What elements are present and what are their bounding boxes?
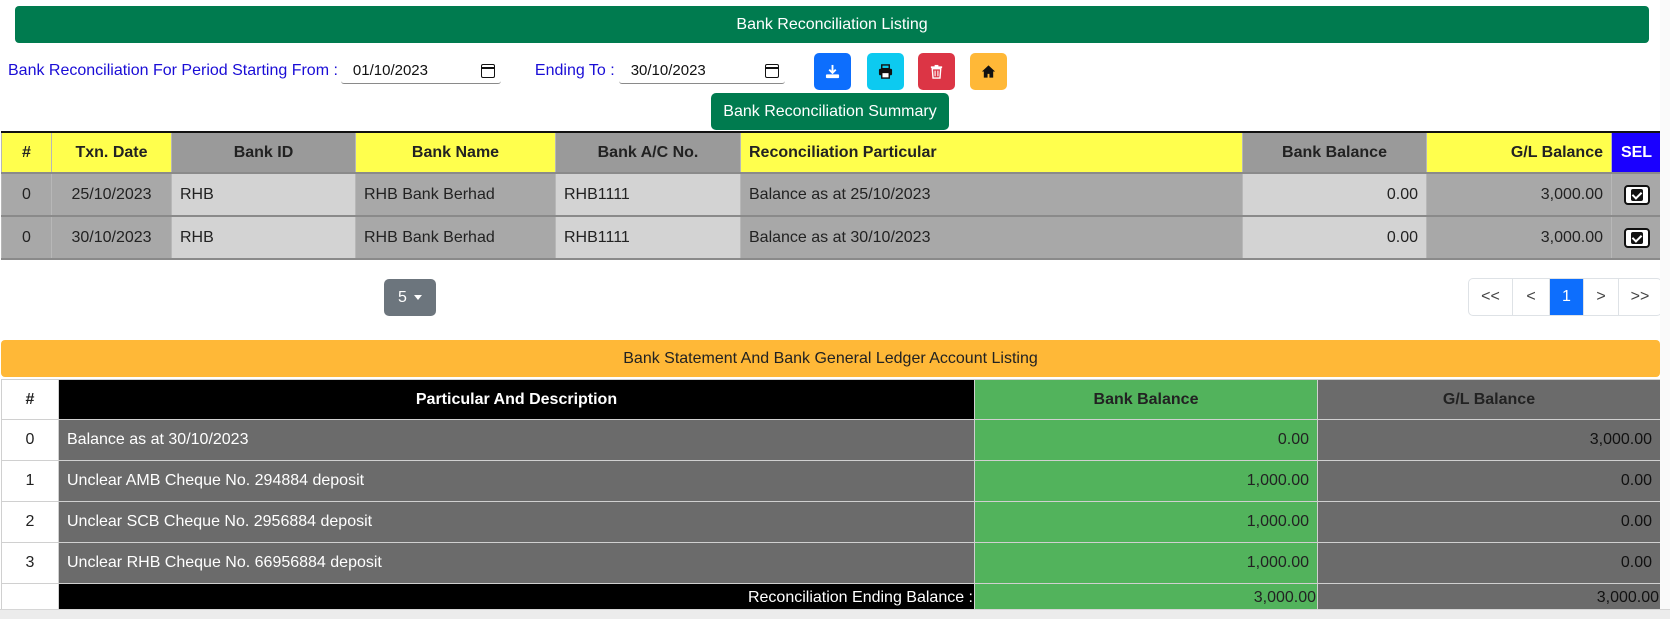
print-icon <box>878 64 893 79</box>
gl-balance: 0.00 <box>1317 460 1661 502</box>
bank-name: RHB Bank Berhad <box>355 172 556 217</box>
reconciliation-table: # Txn. Date Bank ID Bank Name Bank A/C N… <box>1 131 1662 260</box>
column-header: SEL <box>1611 131 1662 174</box>
first-page-button[interactable]: << <box>1469 279 1513 315</box>
gl-balance: 0.00 <box>1317 501 1661 543</box>
horizontal-scrollbar[interactable] <box>0 609 1670 619</box>
column-header: Bank Balance <box>974 379 1318 420</box>
total-row: Reconciliation Ending Balance : 3,000.00… <box>1 583 1661 612</box>
column-header: Bank ID <box>171 131 356 174</box>
page-size-dropdown[interactable]: 5 <box>384 279 436 316</box>
bank-balance: 1,000.00 <box>974 501 1318 543</box>
bank-balance: 1,000.00 <box>974 542 1318 584</box>
previous-page-button[interactable]: < <box>1513 279 1550 315</box>
end-date-label: Ending To : <box>534 62 615 79</box>
start-date-value: 01/10/2023 <box>352 62 428 79</box>
column-header: Particular And Description <box>58 379 975 420</box>
column-header: Bank Name <box>355 131 556 174</box>
table-header-row: # Particular And Description Bank Balanc… <box>1 379 1661 420</box>
print-button[interactable] <box>867 53 904 90</box>
start-date-label: Bank Reconciliation For Period Starting … <box>8 62 338 79</box>
start-date-input[interactable]: 01/10/2023 <box>340 58 501 84</box>
reconciliation-particular: Balance as at 25/10/2023 <box>740 172 1243 217</box>
bank-balance: 0.00 <box>1242 215 1427 260</box>
bank-reconciliation-summary-button[interactable]: Bank Reconciliation Summary <box>711 93 949 130</box>
column-header: Bank A/C No. <box>555 131 741 174</box>
delete-button[interactable] <box>918 53 955 90</box>
select-cell <box>1611 215 1662 260</box>
row-number: 1 <box>1 460 59 502</box>
bank-balance: 1,000.00 <box>974 460 1318 502</box>
pagination: << < 1 > >> <box>1468 278 1662 316</box>
total-gl-balance: 3,000.00 <box>1317 583 1661 612</box>
calendar-icon[interactable] <box>480 63 495 78</box>
column-header: Txn. Date <box>51 131 172 174</box>
particular-description: Unclear RHB Cheque No. 66956884 deposit <box>58 542 975 584</box>
trash-icon <box>930 64 943 79</box>
select-checkbox[interactable] <box>1623 227 1650 248</box>
table-row: 0 Balance as at 30/10/2023 0.00 3,000.00 <box>1 419 1661 461</box>
column-header: G/L Balance <box>1317 379 1661 420</box>
particular-description: Unclear SCB Cheque No. 2956884 deposit <box>58 501 975 543</box>
page-size-value: 5 <box>398 288 407 306</box>
particular-description: Unclear AMB Cheque No. 294884 deposit <box>58 460 975 502</box>
calendar-icon[interactable] <box>764 63 779 78</box>
bank-id: RHB <box>171 172 356 217</box>
gl-balance: 3,000.00 <box>1426 172 1612 217</box>
column-header: Bank Balance <box>1242 131 1427 174</box>
page-1-button[interactable]: 1 <box>1550 279 1584 315</box>
column-header: # <box>1 131 52 174</box>
download-button[interactable] <box>814 53 851 90</box>
row-number: 0 <box>1 419 59 461</box>
home-icon <box>981 65 996 78</box>
gl-balance: 3,000.00 <box>1426 215 1612 260</box>
column-header: # <box>1 379 59 420</box>
total-label: Reconciliation Ending Balance : <box>58 583 975 612</box>
row-number: 0 <box>1 215 52 260</box>
txn-date: 25/10/2023 <box>51 172 172 217</box>
table-row[interactable]: 0 30/10/2023 RHB RHB Bank Berhad RHB1111… <box>1 215 1662 260</box>
gl-balance: 0.00 <box>1317 542 1661 584</box>
particular-description: Balance as at 30/10/2023 <box>58 419 975 461</box>
end-date-input[interactable]: 30/10/2023 <box>618 58 785 84</box>
bank-balance: 0.00 <box>974 419 1318 461</box>
gl-balance: 3,000.00 <box>1317 419 1661 461</box>
table-row: 3 Unclear RHB Cheque No. 66956884 deposi… <box>1 542 1661 584</box>
table-row: 1 Unclear AMB Cheque No. 294884 deposit … <box>1 460 1661 502</box>
last-page-button[interactable]: >> <box>1619 279 1661 315</box>
home-button[interactable] <box>970 53 1007 90</box>
bank-name: RHB Bank Berhad <box>355 215 556 260</box>
next-page-button[interactable]: > <box>1584 279 1619 315</box>
table-row[interactable]: 0 25/10/2023 RHB RHB Bank Berhad RHB1111… <box>1 172 1662 217</box>
download-icon <box>825 64 840 79</box>
period-filter: Bank Reconciliation For Period Starting … <box>8 55 785 87</box>
bank-account-no: RHB1111 <box>555 215 741 260</box>
page-title: Bank Reconciliation Listing <box>15 6 1649 43</box>
table-header-row: # Txn. Date Bank ID Bank Name Bank A/C N… <box>1 131 1662 174</box>
reconciliation-particular: Balance as at 30/10/2023 <box>740 215 1243 260</box>
bank-id: RHB <box>171 215 356 260</box>
empty-cell <box>1 583 59 612</box>
table-row: 2 Unclear SCB Cheque No. 2956884 deposit… <box>1 501 1661 543</box>
bank-account-no: RHB1111 <box>555 172 741 217</box>
caret-down-icon <box>413 295 422 300</box>
total-bank-balance: 3,000.00 <box>974 583 1318 612</box>
select-cell <box>1611 172 1662 217</box>
txn-date: 30/10/2023 <box>51 215 172 260</box>
row-number: 2 <box>1 501 59 543</box>
vertical-scrollbar[interactable] <box>1660 0 1670 609</box>
column-header: Reconciliation Particular <box>740 131 1243 174</box>
ledger-table: # Particular And Description Bank Balanc… <box>1 379 1661 612</box>
row-number: 0 <box>1 172 52 217</box>
column-header: G/L Balance <box>1426 131 1612 174</box>
select-checkbox[interactable] <box>1623 184 1650 205</box>
ledger-section-title: Bank Statement And Bank General Ledger A… <box>1 340 1660 377</box>
row-number: 3 <box>1 542 59 584</box>
end-date-value: 30/10/2023 <box>630 62 706 79</box>
bank-balance: 0.00 <box>1242 172 1427 217</box>
